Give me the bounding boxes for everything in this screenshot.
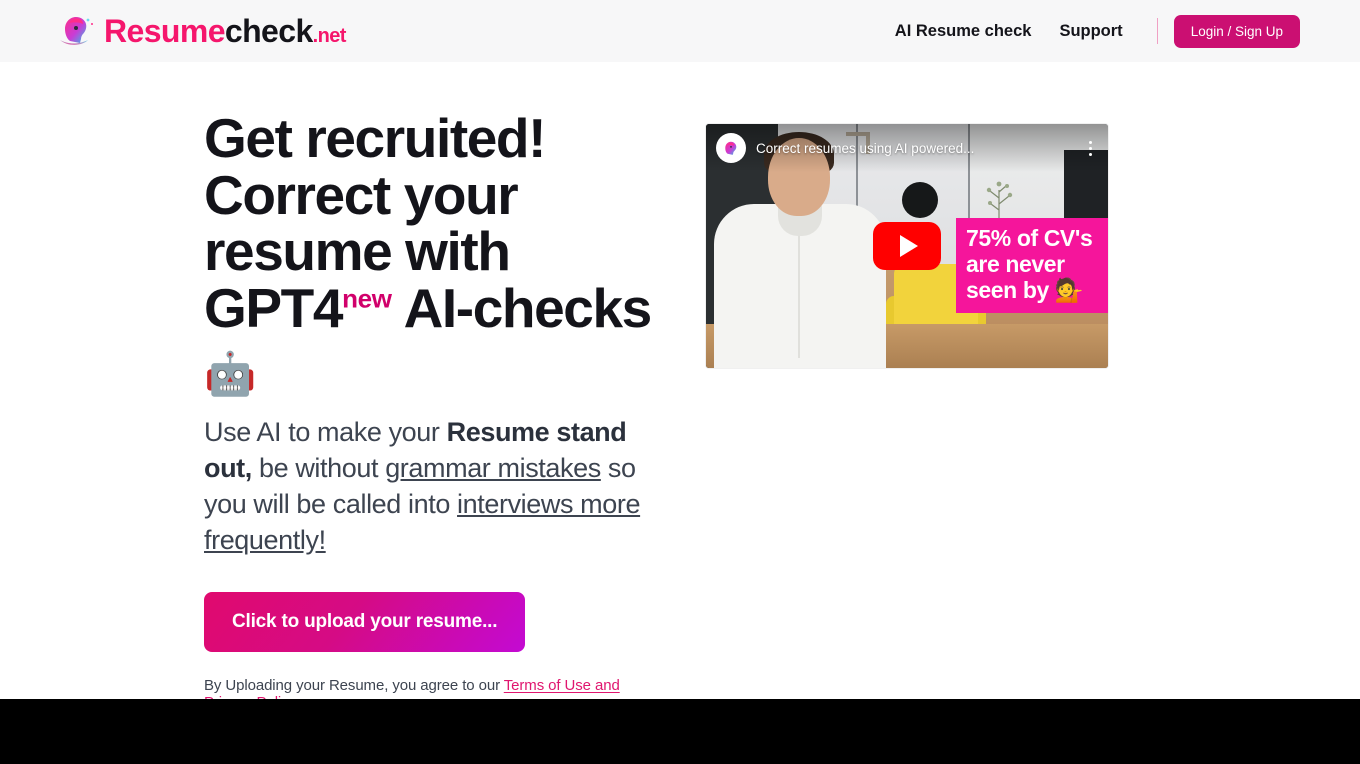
video-more-options-icon[interactable] bbox=[1082, 140, 1098, 156]
sub-text-2: be without bbox=[251, 452, 386, 483]
nav-item-support[interactable]: Support bbox=[1045, 22, 1136, 41]
hero-right-column: Correct resumes using AI powered... 75% … bbox=[666, 110, 1108, 764]
channel-avatar-icon bbox=[719, 136, 743, 160]
terms-prefix-text: By Uploading your Resume, you agree to o… bbox=[204, 677, 504, 695]
sub-link-grammar-mistakes[interactable]: grammar mistakes bbox=[385, 453, 601, 483]
main-nav: AI Resume check Support Login / Sign Up bbox=[881, 14, 1300, 48]
site-footer bbox=[0, 699, 1360, 764]
logo-text-net: .net bbox=[312, 25, 347, 47]
overlay-line-3-text: seen by bbox=[966, 276, 1055, 303]
logo-wordmark: Resumecheck.net bbox=[104, 15, 346, 47]
hero-subheadline: Use AI to make your Resume stand out, be… bbox=[204, 415, 666, 559]
channel-avatar[interactable] bbox=[716, 133, 746, 163]
headline-new-badge: new bbox=[342, 283, 392, 314]
youtube-play-button-icon[interactable] bbox=[873, 222, 941, 270]
video-title-bar: Correct resumes using AI powered... bbox=[706, 124, 1108, 172]
robot-emoji-icon: 🤖 bbox=[204, 349, 256, 397]
plant-decoration-icon bbox=[986, 181, 1013, 222]
sub-text-1: Use AI to make your bbox=[204, 416, 447, 447]
overlay-line-2: are never bbox=[966, 250, 1065, 277]
nav-item-ai-resume-check[interactable]: AI Resume check bbox=[881, 22, 1046, 41]
upload-resume-button[interactable]: Click to upload your resume... bbox=[204, 592, 526, 653]
video-title: Correct resumes using AI powered... bbox=[756, 140, 975, 156]
login-signup-button[interactable]: Login / Sign Up bbox=[1173, 14, 1300, 48]
logo-text-resume: Resume bbox=[104, 13, 226, 49]
video-overlay-text: 75% of CV's are never seen by 💁 bbox=[956, 218, 1108, 314]
page-title: Get recruited! Correct your resume with … bbox=[204, 110, 666, 395]
site-header: Resumecheck.net AI Resume check Support … bbox=[0, 0, 1360, 62]
logo-text-check: check bbox=[224, 13, 313, 49]
hero-section: Get recruited! Correct your resume with … bbox=[0, 62, 1360, 764]
person-tipping-hand-emoji-icon: 💁 bbox=[1054, 276, 1084, 303]
logo[interactable]: Resumecheck.net bbox=[56, 10, 346, 52]
nav-divider bbox=[1156, 18, 1158, 44]
overlay-line-1: 75% of CV's bbox=[966, 225, 1093, 251]
hero-left-column: Get recruited! Correct your resume with … bbox=[56, 110, 666, 764]
overlay-line-3: seen by 💁 bbox=[966, 276, 1102, 304]
headline-text-part2: AI-checks bbox=[391, 276, 653, 339]
youtube-video-embed[interactable]: Correct resumes using AI powered... 75% … bbox=[706, 124, 1108, 368]
resumecheck-face-logo-icon bbox=[60, 17, 93, 45]
